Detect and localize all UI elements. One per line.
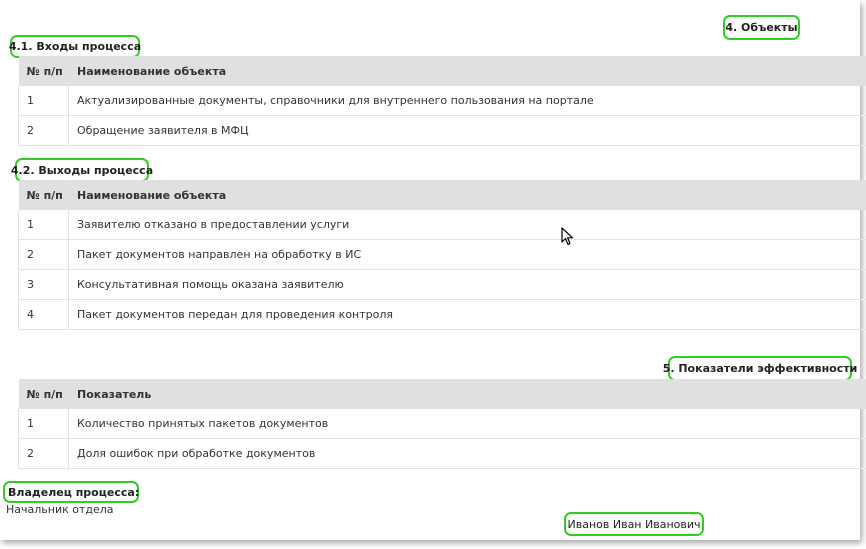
table-row: 1 Актуализированные документы, справочни… [18,86,866,116]
objects-heading: 4. Объекты [723,15,800,40]
row-num: 1 [18,409,69,439]
table-row: 2 Доля ошибок при обработке документов [18,438,866,469]
row-num: 2 [18,239,69,270]
row-name: Количество принятых пакетов документов [68,409,866,439]
column-header-name: Наименование объекта [68,180,866,210]
owner-position: Начальник отдела [6,503,114,516]
row-name: Консультативная помощь оказана заявителю [68,269,866,300]
column-header-num: № п/п [18,379,69,409]
row-name: Актуализированные документы, справочники… [68,86,866,116]
row-num: 2 [18,438,69,469]
inputs-heading: 4.1. Входы процесса [9,35,141,58]
table-row: 4 Пакет документов передан для проведени… [18,299,866,330]
table-row: 2 Пакет документов направлен на обработк… [18,239,866,270]
kpi-table: № п/п Показатель 1 Количество принятых п… [18,379,866,469]
row-num: 2 [18,115,69,146]
outputs-heading: 4.2. Выходы процесса [11,158,153,182]
inputs-table: № п/п Наименование объекта 1 Актуализиро… [18,56,866,146]
row-name: Заявителю отказано в предоставлении услу… [68,210,866,240]
row-name: Доля ошибок при обработке документов [68,438,866,469]
column-header-name: Показатель [68,379,866,409]
owner-name: Иванов Иван Иванович [564,512,704,536]
column-header-name: Наименование объекта [68,56,866,86]
mouse-pointer-icon [561,227,574,246]
row-num: 1 [18,86,69,116]
row-num: 1 [18,210,69,240]
row-name: Пакет документов передан для проведения … [68,299,866,330]
outputs-table: № п/п Наименование объекта 1 Заявителю о… [18,180,866,330]
column-header-num: № п/п [18,180,69,210]
owner-heading: Владелец процесса: [3,481,139,503]
table-row: 2 Обращение заявителя в МФЦ [18,115,866,146]
column-header-num: № п/п [18,56,69,86]
table-row: 1 Количество принятых пакетов документов [18,409,866,439]
row-num: 3 [18,269,69,300]
row-name: Обращение заявителя в МФЦ [68,115,866,146]
row-name: Пакет документов направлен на обработку … [68,239,866,270]
table-row: 3 Консультативная помощь оказана заявите… [18,269,866,300]
row-num: 4 [18,299,69,330]
kpi-heading: 5. Показатели эффективности [663,356,857,381]
table-row: 1 Заявителю отказано в предоставлении ус… [18,210,866,240]
